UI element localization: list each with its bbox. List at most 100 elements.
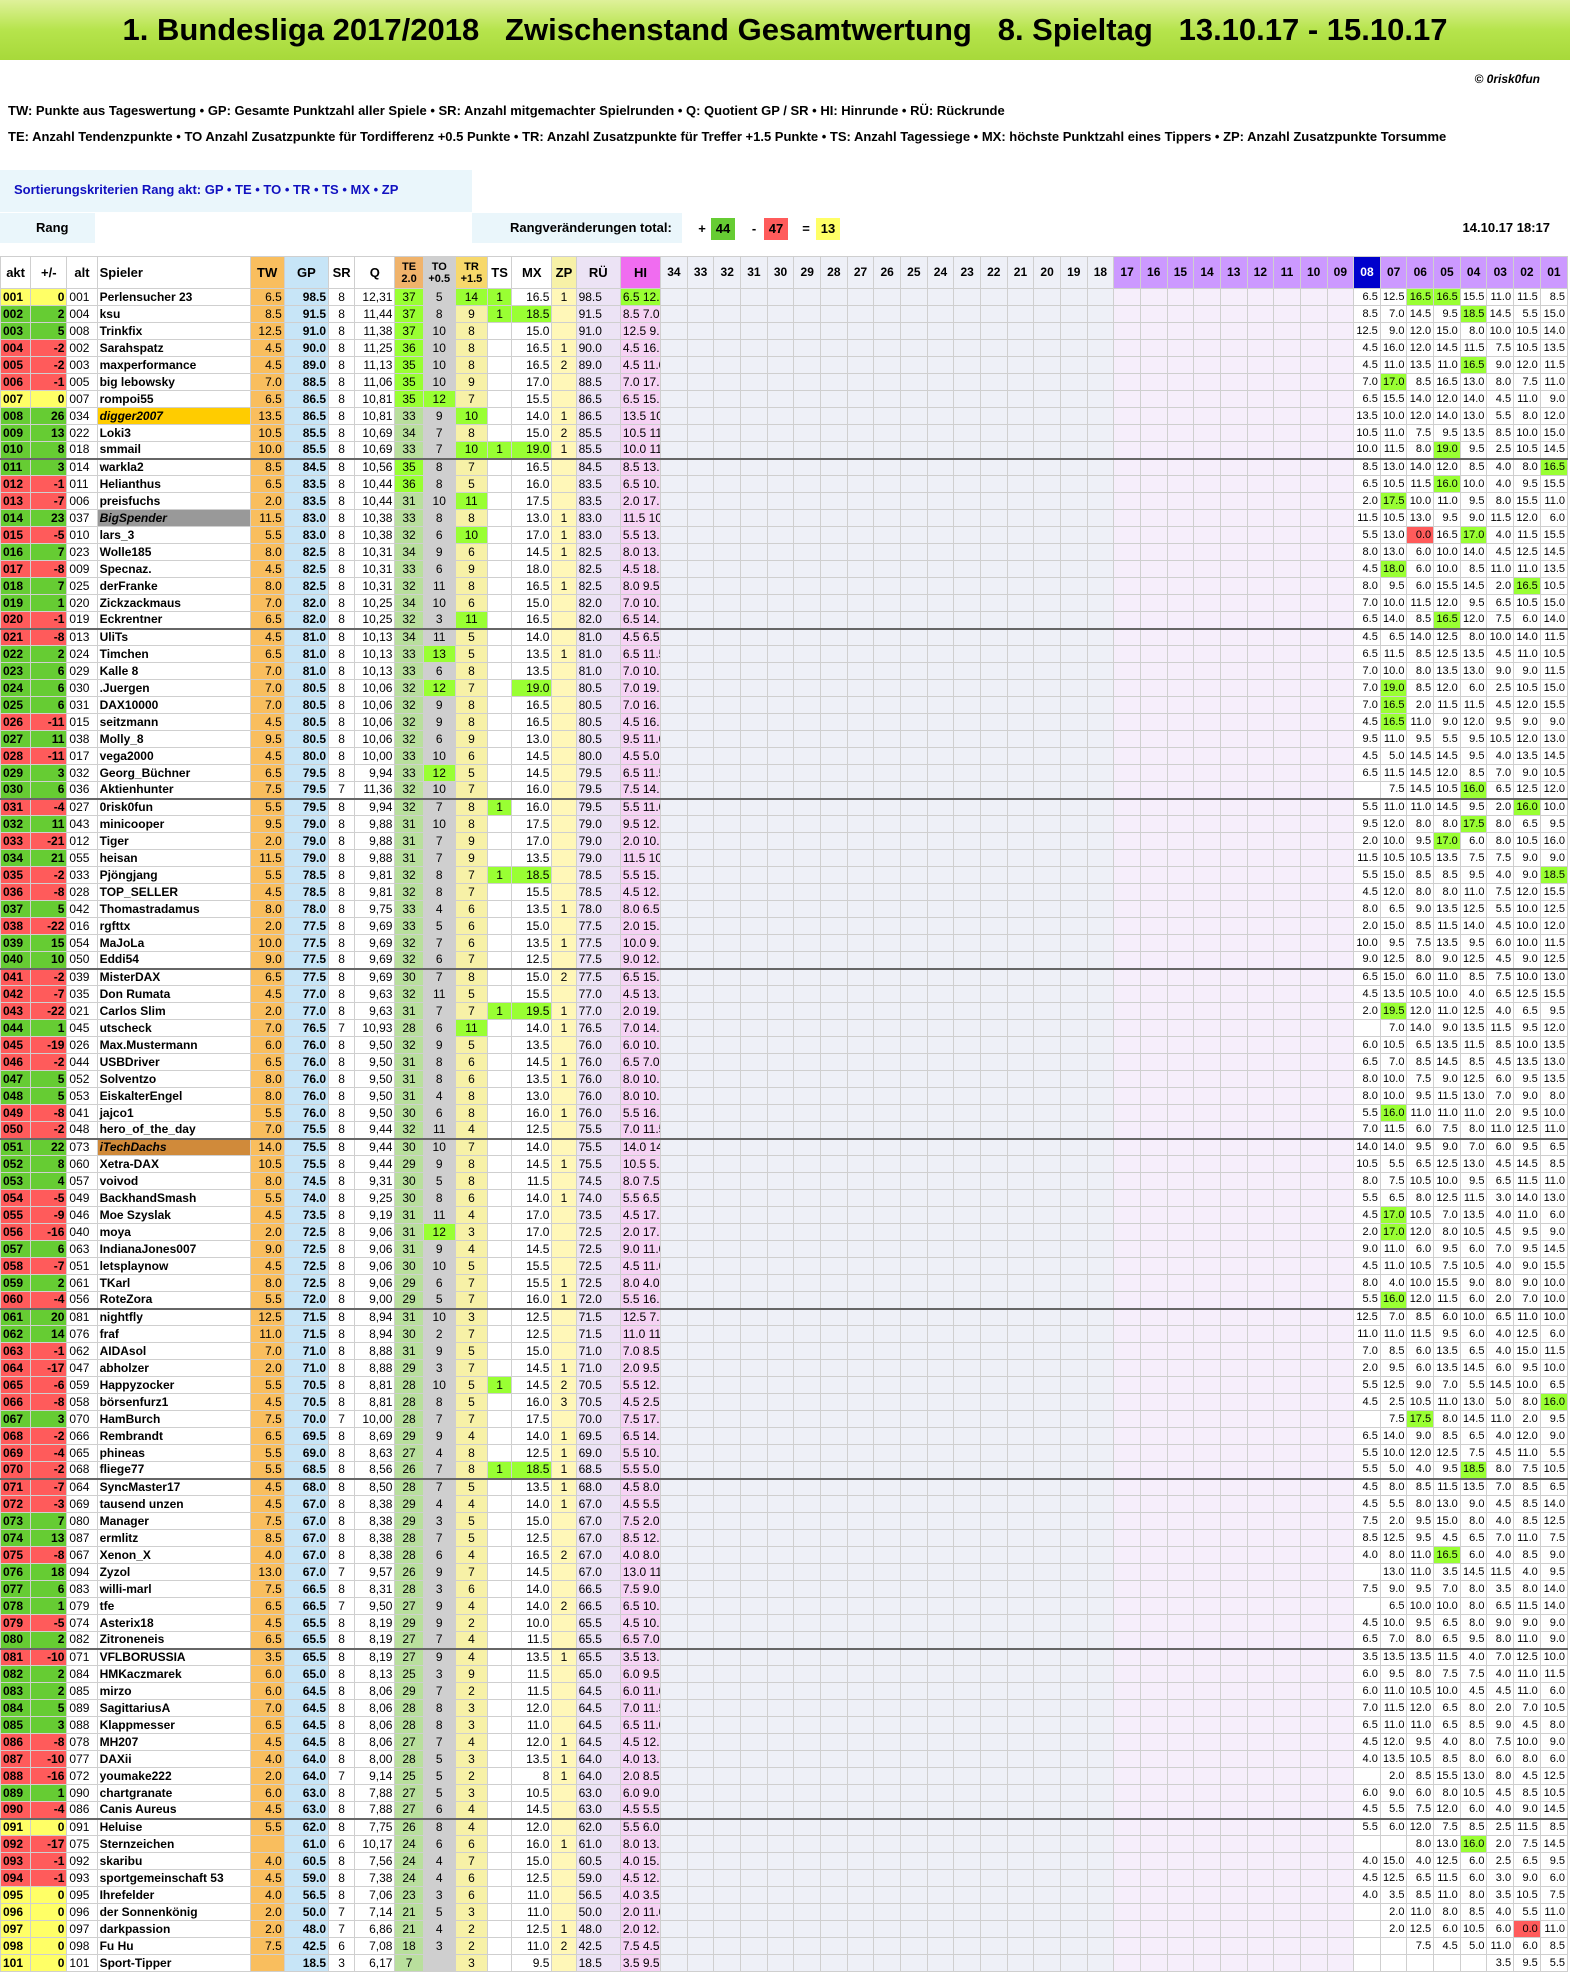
cell-md-empty [900,747,928,765]
cell-rank-change: 3 [30,458,68,476]
cell-player: Loki3 [96,424,251,442]
cell-md-score: 11.0 [1513,1665,1541,1683]
cell-md-empty [713,1461,742,1479]
cell-rank: 090 [0,1801,32,1819]
cell-md-empty [740,526,768,544]
cell-md-empty [1273,1189,1301,1207]
cell-rank: 071 [0,1478,32,1496]
cell-tw: 7.0 [249,1699,285,1717]
cell-md-empty [1193,1614,1221,1632]
cell-tr: 8 [454,1172,489,1190]
cell-md-empty [660,356,688,374]
cell-tw: 7.5 [249,1410,285,1428]
cell-md-empty [1086,1138,1115,1156]
cell-md-empty [979,1920,1008,1938]
cell-md-empty [926,1002,955,1020]
cell-md-empty [1033,322,1061,340]
cell-md-score: 11.0 [1433,1886,1461,1904]
cell-md-score: 12.5 [1513,543,1541,561]
cell-md-score: 11.0 [1406,1563,1435,1581]
cell-md-empty [1219,1784,1248,1802]
cell-ru: 72.5 [575,1257,621,1275]
cell-md-empty [766,1597,795,1615]
cell-md-empty [766,1291,795,1309]
cell-md-score: 16.5 [1433,288,1461,306]
cell-md-empty [660,1733,688,1751]
cell-md-empty [846,1240,875,1258]
cell-tr: 7 [454,1359,489,1377]
cell-mx: 14.0 [511,1597,553,1615]
cell-mx: 16.0 [511,781,553,799]
cell-ru: 60.5 [575,1852,621,1870]
cell-ts [487,1444,513,1462]
cell-ts [487,951,513,969]
cell-rank-change: 2 [30,1682,68,1700]
cell-prev-rank: 029 [66,662,98,680]
timestamp: 14.10.17 18:17 [1462,220,1550,235]
cell-rank: 074 [0,1529,32,1547]
cell-tr: 5 [454,1376,489,1394]
cell-md-empty [793,1053,822,1071]
cell-to: 7 [422,441,456,459]
cell-zp: 2 [551,424,577,442]
cell-rank-change: -1 [30,1852,68,1870]
cell-md-score: 8.5 [1459,1716,1488,1734]
cell-md-empty [1193,288,1221,306]
cell-md-empty [766,1240,795,1258]
cell-md-empty [1006,1376,1035,1394]
cell-prev-rank: 090 [66,1784,98,1802]
cell-gp: 72.5 [283,1257,330,1275]
col-md-04: 04 [1459,256,1488,289]
cell-to: 8 [422,1393,456,1411]
cell-ts [487,492,513,510]
cell-md-score: 7.5 [1486,883,1515,901]
cell-md-empty [1113,1563,1141,1581]
cell-to: 7 [422,1478,456,1496]
cell-md-empty [926,1240,955,1258]
cell-zp [551,1580,577,1598]
table-row: 033 -21 012 Tiger 2.0 79.0 8 9,88 31 7 9 17.0 79.0 2.… [0,832,1569,850]
cell-ts [487,1546,513,1564]
cell-md-score: 6.0 [1486,934,1515,952]
cell-tw: 7.0 [249,696,285,714]
cell-md-score: 8.5 [1433,866,1461,884]
cell-tr: 7 [454,883,489,901]
cell-rank-change: -1 [30,611,68,629]
cell-md-empty [1033,1750,1061,1768]
cell-md-empty [686,1835,715,1853]
cell-md-score: 6.0 [1406,968,1435,986]
cell-md-empty [1086,1903,1115,1921]
cell-md-empty [1113,1342,1141,1360]
cell-rank: 023 [0,662,32,680]
cell-tr: 7 [454,1852,489,1870]
cell-md-empty [740,1512,768,1530]
cell-md-empty [660,1427,688,1445]
cell-md-score: 11.5 [1433,1648,1461,1666]
cell-md-score: 7.0 [1433,1206,1461,1224]
cell-mx: 13.5 [511,849,553,867]
cell-tw: 8.0 [249,543,285,561]
cell-md-score: 13.0 [1459,1155,1488,1173]
cell-md-empty [766,424,795,442]
cell-md-empty [686,849,715,867]
cell-md-empty [1273,1716,1301,1734]
cell-md-empty [846,526,875,544]
cell-md-empty [820,560,848,578]
cell-hi: 11.0 11.0 11.5 9.5 6.0 4.0 12.5 6.0 [619,1325,662,1343]
cell-md-score: 12.0 [1406,1223,1435,1241]
cell-md-score: 10.0 [1433,543,1461,561]
cell-to: 10 [422,594,456,612]
cell-md-empty [766,628,795,646]
table-row: 009 13 022 Loki3 10.5 85.5 8 10,69 34 7 8 15.0 2 85.5… [0,424,1569,442]
cell-md-empty [1166,509,1195,527]
cell-md-empty [1193,1563,1221,1581]
cell-tw: 6.5 [249,1631,285,1649]
cell-md-empty [873,1189,901,1207]
cell-md-empty [979,560,1008,578]
cell-md-empty [1299,1257,1328,1275]
cell-zp [551,730,577,748]
cell-hi: 6.5 14.0 8.5 16.5 12.0 7.5 6.0 14.0 [619,611,662,629]
cell-md-empty [1113,1818,1141,1836]
cell-md-empty [926,951,955,969]
cell-md-empty [1193,611,1221,629]
